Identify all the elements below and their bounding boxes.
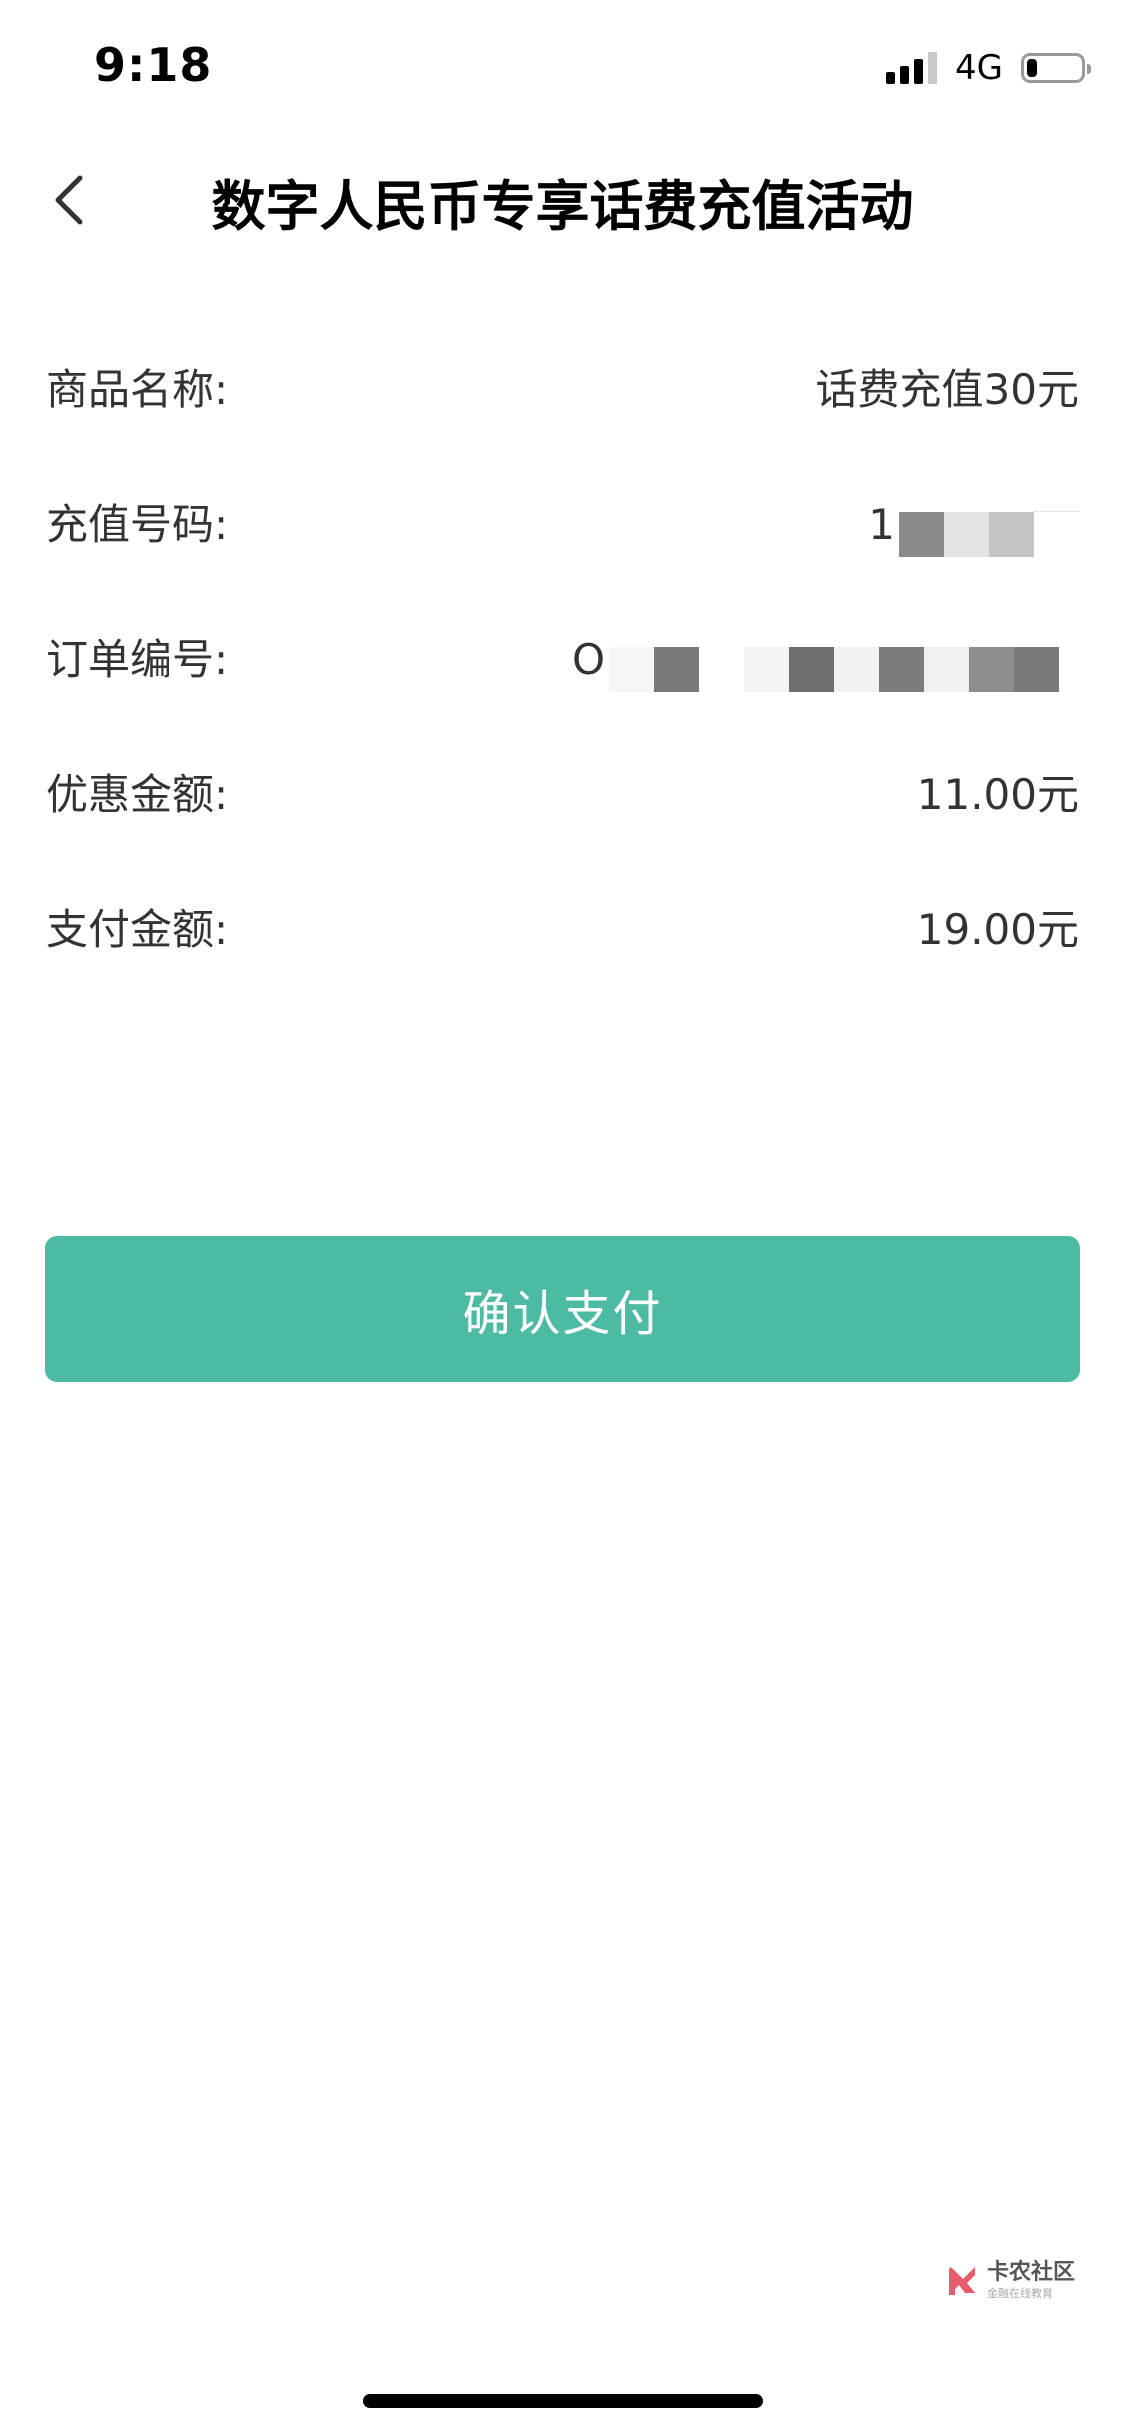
mosaic-mask: [744, 646, 789, 692]
order-number-prefix: O: [571, 635, 605, 684]
mosaic-mask: [924, 646, 969, 692]
mosaic-mask: [609, 646, 654, 692]
recharge-number-label: 充值号码:: [46, 500, 229, 549]
recharge-number-prefix: 1: [868, 500, 895, 549]
kanong-logo-icon: [949, 2266, 975, 2295]
mosaic-mask: [1014, 646, 1059, 692]
mosaic-mask: [834, 646, 879, 692]
page-title: 数字人民币专享话费充值活动: [211, 175, 914, 238]
row-order-number: 订单编号: O: [46, 630, 1079, 765]
row-recharge-number: 充值号码: 1: [46, 495, 1079, 630]
mosaic-mask: [944, 511, 989, 557]
discount-amount-label: 优惠金额:: [46, 770, 229, 819]
watermark: 卡农社区 金融在线教育: [945, 2262, 1075, 2299]
battery-icon: [1021, 53, 1091, 83]
product-name-value: 话费充值30元: [815, 365, 1079, 414]
order-number-value: O: [571, 630, 1079, 692]
signal-icon: [886, 52, 938, 84]
product-name-label: 商品名称:: [46, 365, 229, 414]
watermark-title: 卡农社区: [987, 2260, 1076, 2285]
order-info-list: 商品名称: 话费充值30元 充值号码: 1 订单编号: O 优惠金额: 11.0…: [46, 360, 1079, 1035]
nav-bar: 数字人民币专享话费充值活动: [0, 140, 1125, 260]
network-type: 4G: [955, 48, 1003, 88]
home-indicator[interactable]: [363, 2394, 763, 2408]
confirm-payment-button[interactable]: 确认支付: [45, 1236, 1080, 1382]
mosaic-mask: [1059, 646, 1079, 692]
watermark-subtitle: 金融在线教育: [987, 2287, 1053, 2300]
status-bar: 9:18 4G: [0, 0, 1125, 140]
mosaic-mask: [989, 511, 1034, 557]
status-time: 9:18: [94, 38, 213, 92]
battery-level: [1027, 59, 1037, 77]
row-discount-amount: 优惠金额: 11.00元: [46, 765, 1079, 900]
mosaic-mask: [969, 646, 1014, 692]
mosaic-mask: [699, 646, 744, 692]
payment-amount-value: 19.00元: [916, 905, 1079, 954]
recharge-number-value: 1: [868, 495, 1079, 557]
status-indicators: 4G: [886, 48, 1091, 88]
row-product-name: 商品名称: 话费充值30元: [46, 360, 1079, 495]
row-payment-amount: 支付金额: 19.00元: [46, 900, 1079, 1035]
mosaic-mask: [654, 646, 699, 692]
mosaic-mask: [1034, 511, 1079, 557]
payment-amount-label: 支付金额:: [46, 905, 229, 954]
mosaic-mask: [879, 646, 924, 692]
mosaic-mask: [899, 511, 944, 557]
mosaic-mask: [789, 646, 834, 692]
order-number-label: 订单编号:: [46, 635, 229, 684]
discount-amount-value: 11.00元: [916, 770, 1079, 819]
